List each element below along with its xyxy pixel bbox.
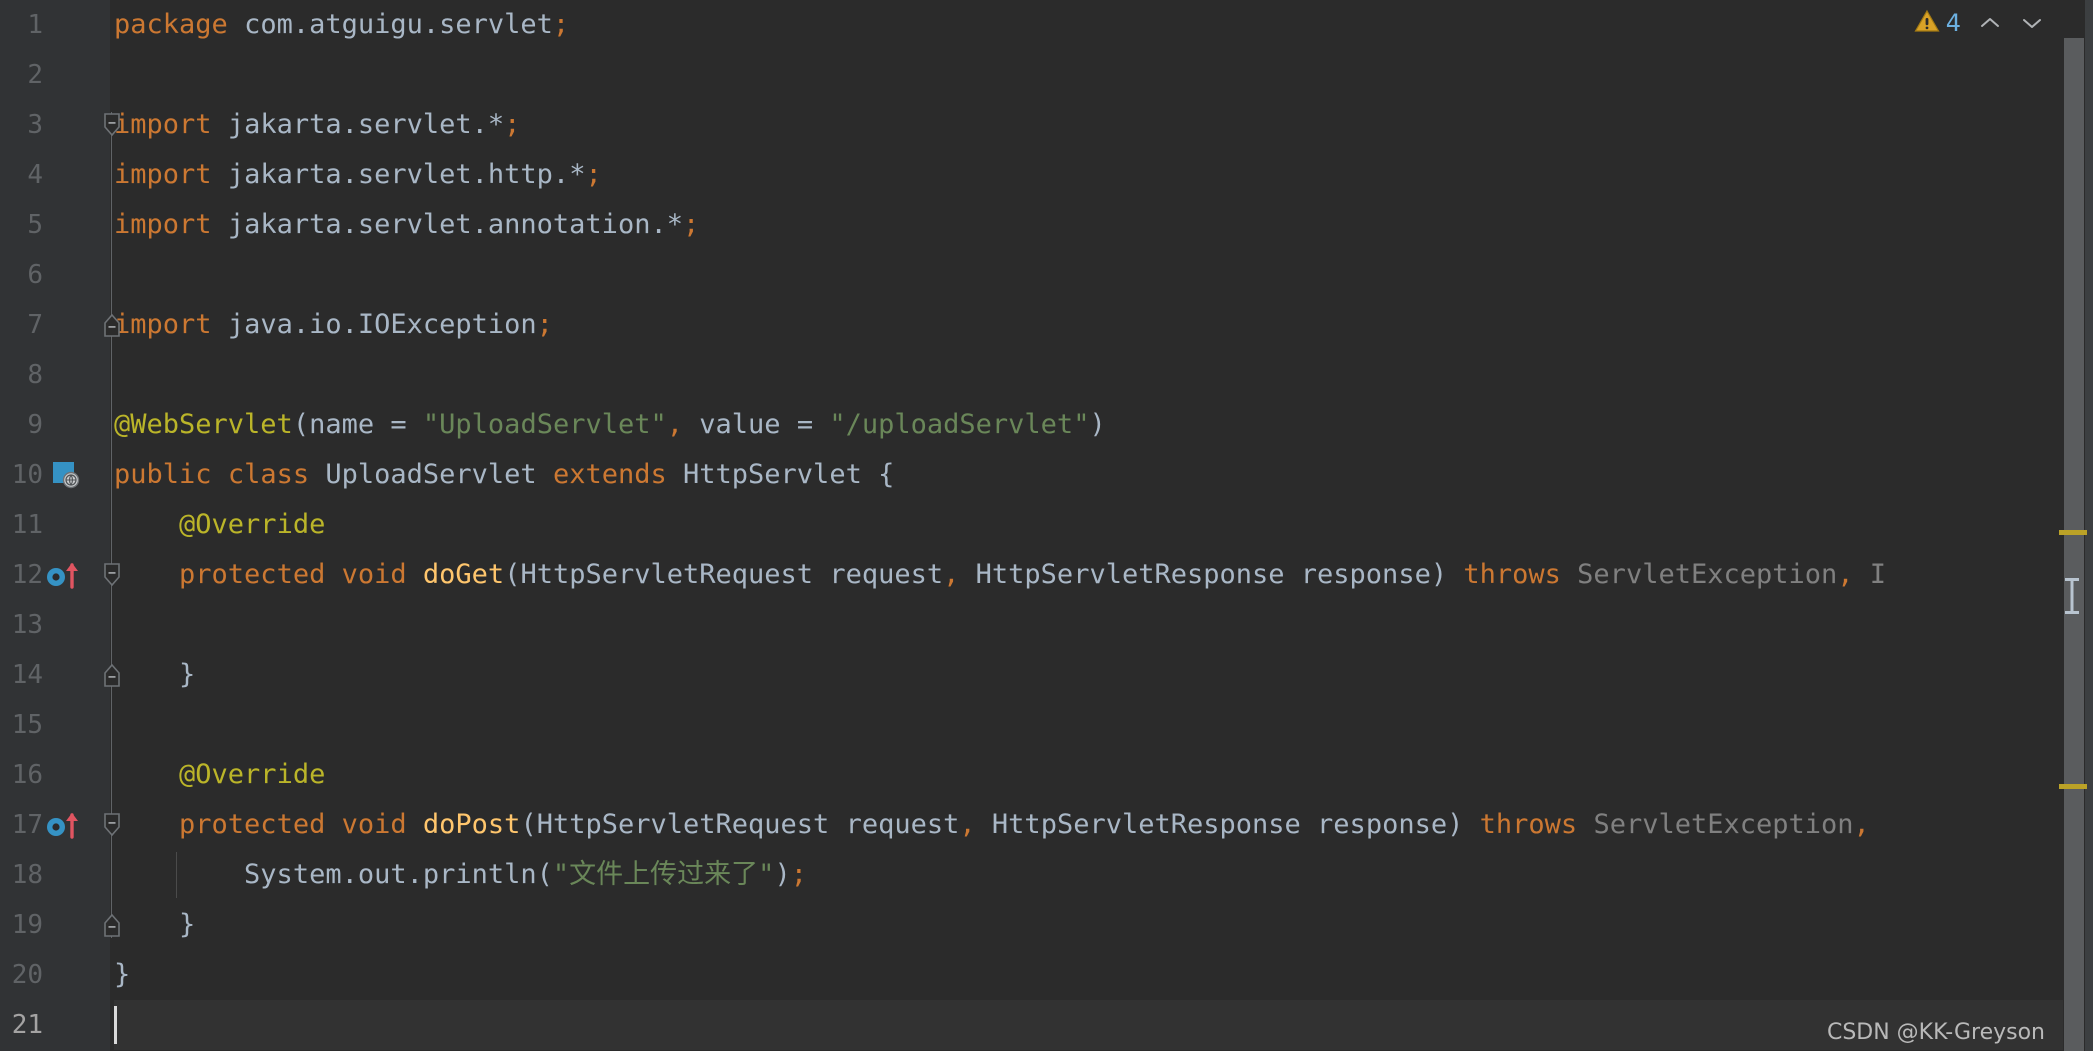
line-number: 17 — [11, 810, 43, 840]
line-number: 11 — [11, 510, 43, 540]
indent-guide — [176, 852, 178, 898]
code-line[interactable]: @Override — [114, 750, 325, 800]
fold-collapse-icon[interactable] — [103, 113, 121, 137]
warning-marker[interactable] — [2059, 784, 2087, 789]
gutter-row[interactable]: 20 — [0, 950, 110, 1000]
code-line[interactable]: public class UploadServlet extends HttpS… — [114, 450, 894, 500]
code-line[interactable]: import jakarta.servlet.*; — [114, 100, 520, 150]
code-content-area[interactable]: package com.atguigu.servlet; import jaka… — [114, 0, 2055, 1051]
code-line[interactable] — [114, 600, 130, 650]
gutter-row[interactable]: 18 — [0, 850, 110, 900]
gutter-row[interactable]: 1 — [0, 0, 110, 50]
line-number: 1 — [27, 10, 43, 40]
code-line[interactable]: import java.io.IOException; — [114, 300, 553, 350]
code-line[interactable]: } — [114, 950, 130, 1000]
gutter-row[interactable]: 5 — [0, 200, 110, 250]
fold-collapse-icon[interactable] — [103, 563, 121, 587]
line-number: 19 — [11, 910, 43, 940]
scrollbar-thumb[interactable] — [2064, 38, 2084, 1051]
gutter-row[interactable]: 9 — [0, 400, 110, 450]
line-number: 16 — [11, 760, 43, 790]
text-ibeam-cursor — [2063, 576, 2081, 616]
code-line[interactable]: protected void doGet(HttpServletRequest … — [114, 550, 1886, 600]
overriding-method-icon[interactable] — [44, 809, 84, 843]
code-line[interactable]: } — [114, 900, 195, 950]
fold-collapse-icon[interactable] — [103, 813, 121, 837]
fold-end-icon[interactable] — [103, 663, 121, 687]
editor-gutter[interactable]: 1 2 3 4 5 6 7 8 9 10 11 12 13 14 15 16 17 18 19 20 21 — [0, 0, 110, 1051]
gutter-row[interactable]: 16 — [0, 750, 110, 800]
code-editor[interactable]: 1 2 3 4 5 6 7 8 9 10 11 12 13 14 15 16 17 18 19 20 21 — [0, 0, 2093, 1051]
gutter-row[interactable]: 11 — [0, 500, 110, 550]
warning-triangle-icon — [1914, 8, 1940, 38]
line-number: 6 — [27, 260, 43, 290]
line-number: 21 — [11, 1010, 43, 1040]
chevron-down-icon[interactable] — [2019, 10, 2045, 36]
code-line[interactable]: import jakarta.servlet.http.*; — [114, 150, 602, 200]
line-number: 9 — [27, 410, 43, 440]
gutter-row[interactable]: 15 — [0, 700, 110, 750]
line-number: 2 — [27, 60, 43, 90]
line-number: 5 — [27, 210, 43, 240]
line-number: 20 — [11, 960, 43, 990]
gutter-row[interactable]: 14 — [0, 650, 110, 700]
fold-end-icon[interactable] — [103, 913, 121, 937]
line-number: 14 — [11, 660, 43, 690]
warning-indicator[interactable]: 4 — [1914, 8, 1961, 38]
line-number: 12 — [11, 560, 43, 590]
warning-marker[interactable] — [2059, 530, 2087, 535]
gutter-row[interactable]: 8 — [0, 350, 110, 400]
code-line[interactable]: @WebServlet(name = "UploadServlet", valu… — [114, 400, 1106, 450]
line-number: 10 — [11, 460, 43, 490]
warning-count: 4 — [1945, 9, 1961, 37]
gutter-row[interactable]: 13 — [0, 600, 110, 650]
code-line[interactable]: import jakarta.servlet.annotation.*; — [114, 200, 699, 250]
line-number: 18 — [11, 860, 43, 890]
code-line[interactable]: protected void doPost(HttpServletRequest… — [114, 800, 1870, 850]
inspection-widget[interactable]: 4 — [1914, 0, 2051, 46]
code-line[interactable] — [114, 350, 130, 400]
text-caret — [114, 1006, 117, 1044]
gutter-row[interactable]: 7 — [0, 300, 110, 350]
gutter-row[interactable]: 4 — [0, 150, 110, 200]
chevron-up-icon[interactable] — [1977, 10, 2003, 36]
code-line[interactable]: @Override — [114, 500, 325, 550]
line-number: 3 — [27, 110, 43, 140]
line-number: 4 — [27, 160, 43, 190]
code-line[interactable]: } — [114, 650, 195, 700]
code-line[interactable]: System.out.println("文件上传过来了"); — [114, 850, 807, 900]
gutter-row[interactable]: 3 — [0, 100, 110, 150]
line-number: 7 — [27, 310, 43, 340]
gutter-row[interactable]: 21 — [0, 1000, 110, 1050]
code-line[interactable] — [114, 50, 130, 100]
line-number: 15 — [11, 710, 43, 740]
code-line[interactable]: package com.atguigu.servlet; — [114, 0, 569, 50]
line-number: 13 — [11, 610, 43, 640]
gutter-row[interactable]: 19 — [0, 900, 110, 950]
overriding-method-icon[interactable] — [44, 559, 84, 593]
line-number: 8 — [27, 360, 43, 390]
gutter-row[interactable]: 2 — [0, 50, 110, 100]
servlet-web-icon[interactable] — [50, 459, 80, 493]
fold-end-icon[interactable] — [103, 313, 121, 337]
gutter-row[interactable]: 6 — [0, 250, 110, 300]
editor-right-edge — [2085, 0, 2093, 1051]
code-line[interactable] — [114, 250, 130, 300]
code-line[interactable] — [114, 700, 130, 750]
watermark: CSDN @KK-Greyson — [1826, 1020, 2045, 1045]
